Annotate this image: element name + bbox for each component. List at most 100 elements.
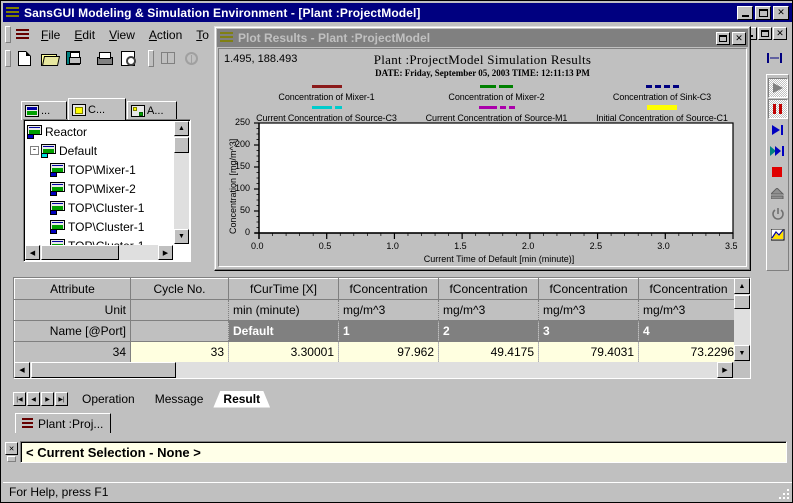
power-button[interactable] [768, 204, 788, 224]
menu-gripper[interactable] [5, 26, 11, 43]
plot-results-button[interactable] [768, 225, 788, 245]
sheet-nav-last[interactable]: ▶| [55, 392, 68, 406]
component-tree-items: Reactor - Default TOP\Mixer-1 [26, 122, 174, 245]
tree-scroll-down-button[interactable]: ▼ [174, 229, 189, 244]
stop-button[interactable] [768, 162, 788, 182]
open-document-button[interactable] [37, 47, 60, 69]
toolbar-gripper[interactable] [5, 50, 11, 67]
cell-fconcentration-2[interactable]: 49.4175 [439, 342, 539, 363]
fit-horizontal-button[interactable] [764, 47, 786, 69]
collapse-expander[interactable]: - [30, 146, 39, 155]
eject-button[interactable] [768, 183, 788, 203]
tree-item-cluster-1b[interactable]: TOP\Cluster-1 [26, 217, 174, 236]
grid-unit-row: Unit min (minute) mg/m^3 mg/m^3 mg/m^3 m… [15, 300, 735, 321]
name-fconcentration-4[interactable]: 4 [639, 321, 735, 342]
selection-close-icon[interactable]: ✕ [5, 442, 18, 455]
cell-cycle-no[interactable]: 33 [131, 342, 229, 363]
tree-vscroll-thumb[interactable] [174, 137, 189, 153]
results-data-grid[interactable]: Attribute Cycle No. fCurTime [X] fConcen… [13, 277, 751, 379]
current-selection-field[interactable]: < Current Selection - None > [20, 441, 787, 463]
sheet-nav-next[interactable]: ▶ [41, 392, 54, 406]
tab-components[interactable]: C... [68, 98, 126, 120]
cell-fconcentration-4[interactable]: 73.2296 [639, 342, 735, 363]
plot-restore-button[interactable] [716, 32, 730, 45]
x-tick-label: 1.5 [454, 241, 467, 251]
plot-close-button[interactable]: ✕ [732, 32, 746, 45]
tree-vertical-scrollbar[interactable]: ▲ ▼ [174, 121, 189, 244]
save-document-button[interactable] [61, 47, 84, 69]
tree-item-reactor[interactable]: Reactor [26, 122, 174, 141]
child-close-button[interactable]: ✕ [773, 27, 787, 40]
sheet-tab-operation[interactable]: Operation [72, 391, 145, 408]
tree-item-cluster-1a[interactable]: TOP\Cluster-1 [26, 198, 174, 217]
grid-scroll-up-button[interactable]: ▲ [734, 278, 750, 294]
chart-title: Plant :ProjectModel Simulation Results [219, 52, 746, 68]
pause-button[interactable] [768, 99, 788, 119]
component-tree[interactable]: Reactor - Default TOP\Mixer-1 [23, 119, 191, 262]
grid-scroll-left-button[interactable]: ◀ [14, 362, 30, 378]
legend-item-source-c1: Initial Concentration of Source-C1 [577, 102, 747, 123]
menu-file[interactable]: File [34, 26, 67, 44]
menu-tools[interactable]: To [189, 26, 216, 44]
row-header-name-at-port[interactable]: Name [@Port] [15, 321, 131, 342]
menu-edit[interactable]: Edit [67, 26, 102, 44]
sheet-nav-first[interactable]: |◀ [13, 392, 26, 406]
column-header-cycle-no[interactable]: Cycle No. [131, 279, 229, 300]
new-document-button[interactable] [13, 47, 36, 69]
tree-hscroll-thumb[interactable] [41, 245, 119, 260]
tree-scroll-up-button[interactable]: ▲ [174, 121, 189, 136]
column-header-fconcentration-2[interactable]: fConcentration [439, 279, 539, 300]
sheet-tab-message[interactable]: Message [145, 391, 214, 408]
column-header-fcurtime[interactable]: fCurTime [X] [229, 279, 339, 300]
column-header-attribute[interactable]: Attribute [15, 279, 131, 300]
grid-hscroll-thumb[interactable] [31, 362, 176, 378]
close-button[interactable]: ✕ [773, 6, 789, 20]
cell-fconcentration-3[interactable]: 79.4031 [539, 342, 639, 363]
row-header-unit[interactable]: Unit [15, 300, 131, 321]
tree-item-mixer-2[interactable]: TOP\Mixer-2 [26, 179, 174, 198]
cell-fcurtime[interactable]: 3.30001 [229, 342, 339, 363]
tab-assemblies[interactable]: A... [127, 101, 177, 120]
row-header-34[interactable]: 34 [15, 342, 131, 363]
column-header-fconcentration-4[interactable]: fConcentration [639, 279, 735, 300]
grid-vscroll-thumb[interactable] [734, 295, 750, 309]
tree-horizontal-scrollbar[interactable]: ◀ ▶ [25, 245, 173, 260]
grid-vertical-scrollbar[interactable]: ▲ ▼ [734, 278, 750, 361]
toolbar-gripper-2[interactable] [148, 50, 154, 67]
minimize-button[interactable] [737, 6, 753, 20]
cell-fconcentration-1[interactable]: 97.962 [339, 342, 439, 363]
child-maximize-button[interactable] [758, 27, 772, 40]
run-button[interactable] [768, 78, 788, 98]
resize-grip-icon[interactable] [776, 486, 790, 500]
table-row[interactable]: 34 33 3.30001 97.962 49.4175 79.4031 73.… [15, 342, 735, 363]
name-fconcentration-1[interactable]: 1 [339, 321, 439, 342]
document-tab-plant[interactable]: Plant :Proj... [15, 413, 111, 433]
sheet-nav-prev[interactable]: ◀ [27, 392, 40, 406]
name-fcurtime[interactable]: Default [229, 321, 339, 342]
tree-item-mixer-1[interactable]: TOP\Mixer-1 [26, 160, 174, 179]
name-fconcentration-2[interactable]: 2 [439, 321, 539, 342]
tree-scroll-right-button[interactable]: ▶ [158, 245, 173, 260]
maximize-button[interactable] [755, 6, 771, 20]
about-button[interactable] [180, 47, 203, 69]
selection-gripper[interactable] [7, 456, 16, 462]
tree-scroll-left-button[interactable]: ◀ [25, 245, 40, 260]
step-button[interactable] [768, 120, 788, 140]
column-header-fconcentration-3[interactable]: fConcentration [539, 279, 639, 300]
print-preview-button[interactable] [116, 47, 139, 69]
grid-horizontal-scrollbar[interactable]: ◀ ▶ [14, 362, 733, 378]
column-header-fconcentration-1[interactable]: fConcentration [339, 279, 439, 300]
grid-scroll-right-button[interactable]: ▶ [717, 362, 733, 378]
sheet-tab-result[interactable]: Result [213, 391, 270, 408]
grid-scroll-down-button[interactable]: ▼ [734, 345, 750, 361]
grid-view-button[interactable] [156, 47, 179, 69]
fast-forward-button[interactable] [768, 141, 788, 161]
print-button[interactable] [92, 47, 115, 69]
tab-schematic[interactable]: ... [21, 101, 67, 120]
name-fconcentration-3[interactable]: 3 [539, 321, 639, 342]
tree-item-default[interactable]: - Default [26, 141, 174, 160]
menu-view[interactable]: View [102, 26, 142, 44]
menu-action[interactable]: Action [142, 26, 189, 44]
legend-swatch [239, 81, 414, 92]
tree-item-cluster-1c[interactable]: TOP\Cluster-1 [26, 236, 174, 245]
